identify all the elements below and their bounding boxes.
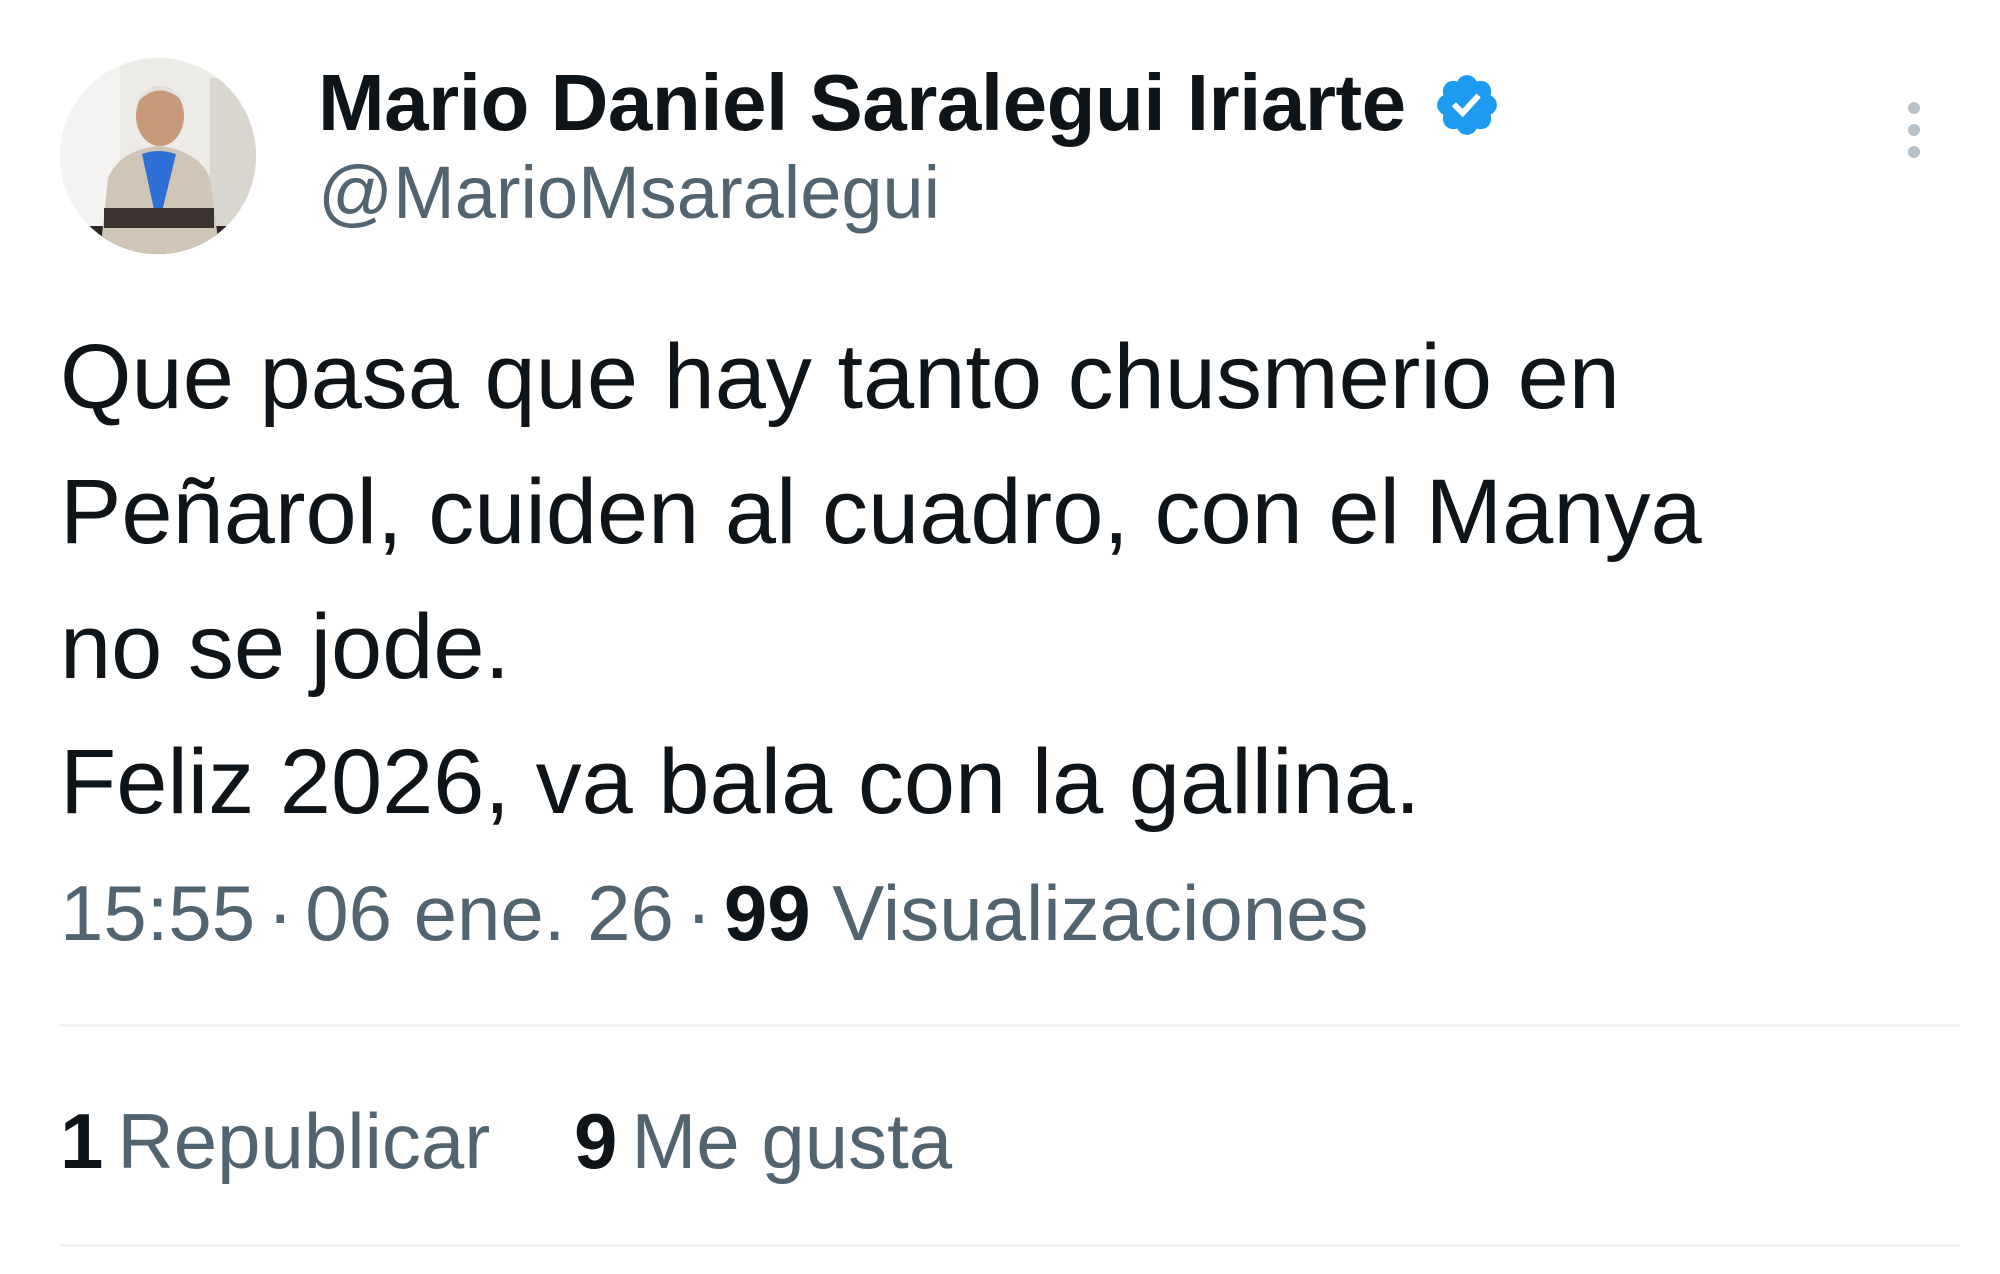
divider xyxy=(60,1244,1960,1247)
more-vertical-icon[interactable] xyxy=(1896,102,1932,174)
views-label: Visualizaciones xyxy=(832,869,1369,957)
author-handle[interactable]: @MarioMsaralegui xyxy=(318,150,940,235)
author-row: Mario Daniel Saralegui Iriarte xyxy=(318,48,1502,158)
tweet-text-line: Que pasa que hay tanto chusmerio en xyxy=(60,326,1620,428)
meta-separator: · xyxy=(685,869,712,957)
reposts-count: 1 xyxy=(60,1097,104,1185)
likes-stat[interactable]: 9 Me gusta xyxy=(574,1096,952,1187)
verified-badge-icon xyxy=(1432,70,1502,140)
divider xyxy=(60,1024,1960,1027)
views-count: 99 xyxy=(723,869,811,957)
tweet-text: Que pasa que hay tanto chusmerio en Peña… xyxy=(60,310,1940,850)
likes-label: Me gusta xyxy=(631,1097,953,1185)
reposts-stat[interactable]: 1 Republicar xyxy=(60,1096,490,1187)
author-display-name[interactable]: Mario Daniel Saralegui Iriarte xyxy=(318,57,1406,149)
avatar-photo xyxy=(60,58,256,254)
tweet-meta: 15:55 · 06 ene. 26 · 99 Visualizaciones xyxy=(60,868,1369,959)
likes-count: 9 xyxy=(573,1097,618,1185)
tweet-text-line: Feliz 2026, va bala con la gallina. xyxy=(60,731,1421,833)
avatar[interactable] xyxy=(60,58,256,254)
tweet-date[interactable]: 06 ene. 26 xyxy=(305,869,674,957)
tweet-stats: 1 Republicar 9 Me gusta xyxy=(60,1096,1014,1187)
tweet-card: Mario Daniel Saralegui Iriarte @MarioMsa… xyxy=(0,0,2000,1274)
tweet-text-line: Peñarol, cuiden al cuadro, con el Manya xyxy=(60,461,1702,563)
reposts-label: Republicar xyxy=(117,1097,491,1185)
tweet-time[interactable]: 15:55 xyxy=(60,869,255,957)
meta-separator: · xyxy=(267,869,294,957)
tweet-text-line: no se jode. xyxy=(60,596,511,698)
